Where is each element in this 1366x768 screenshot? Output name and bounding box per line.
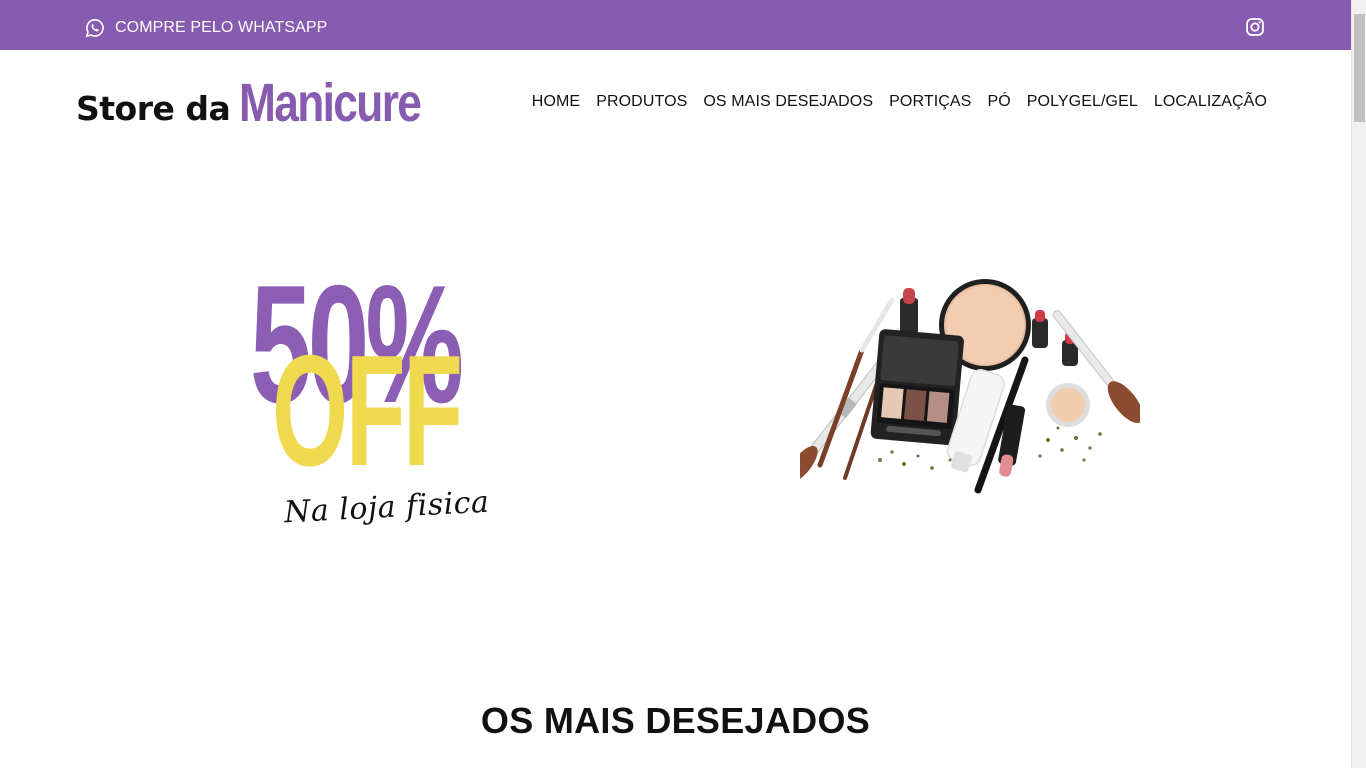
nav-item-polygel-gel[interactable]: POLYGEL/GEL xyxy=(1027,93,1138,111)
featured-section-title: OS MAIS DESEJADOS xyxy=(480,700,871,741)
top-bar: COMPRE PELO WHATSAPP xyxy=(0,0,1351,50)
logo-prefix: Store da xyxy=(76,89,231,128)
site-logo[interactable]: Store da Manicure xyxy=(76,70,460,130)
nav-item-home[interactable]: HOME xyxy=(532,93,580,111)
nav-item-po[interactable]: PÓ xyxy=(987,93,1010,111)
page-scrollbar[interactable] xyxy=(1351,0,1366,768)
promo-banner: 50% OFF Na loja fisica xyxy=(248,260,508,542)
logo-main-word: Manicure xyxy=(239,73,422,133)
whatsapp-label: COMPRE PELO WHATSAPP xyxy=(115,19,328,36)
scrollbar-thumb[interactable] xyxy=(1354,14,1365,122)
nav-item-os-mais-desejados[interactable]: OS MAIS DESEJADOS xyxy=(703,93,873,111)
instagram-icon[interactable] xyxy=(1245,17,1265,37)
main-nav: HOME PRODUTOS OS MAIS DESEJADOS PORTIÇAS… xyxy=(516,93,1267,111)
whatsapp-link[interactable]: COMPRE PELO WHATSAPP xyxy=(85,17,327,39)
makeup-products-image xyxy=(800,279,1140,494)
nav-item-porticas[interactable]: PORTIÇAS xyxy=(889,93,971,111)
nav-item-localizacao[interactable]: LOCALIZAÇÃO xyxy=(1154,93,1267,111)
nav-item-produtos[interactable]: PRODUTOS xyxy=(596,93,687,111)
promo-off: OFF xyxy=(272,323,463,499)
whatsapp-icon xyxy=(85,19,104,38)
